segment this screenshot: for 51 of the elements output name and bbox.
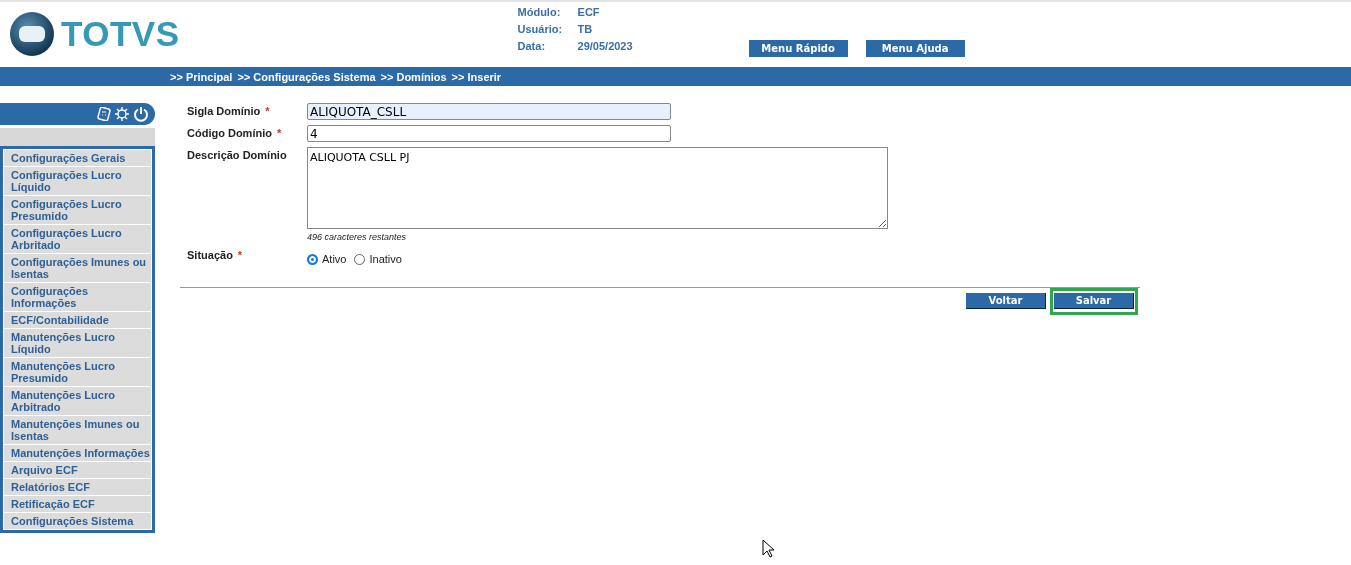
radio-button[interactable] [354,253,366,265]
action-button[interactable]: Voltar [966,293,1046,309]
sidebar-item[interactable]: Manutenções Informações [4,445,151,461]
logo-text: TOTVS [61,14,180,54]
sidebar-item[interactable]: Configurações Lucro Líquido [4,167,151,195]
info-value: ECF [577,6,601,18]
radio-label[interactable]: Ativo [322,253,347,265]
cursor-icon [762,539,774,558]
sidebar-item[interactable]: Manutenções Lucro Arbitrado [4,387,151,415]
sidebar-item[interactable]: Relatórios ECF [4,479,151,495]
field-label: Sigla Domínio [187,105,261,117]
breadcrumb-link[interactable]: >> Configurações Sistema [237,70,376,83]
sidebar-item[interactable]: ECF/Contabilidade [4,312,151,328]
sidebar-item[interactable]: Manutenções Lucro Presumido [4,358,151,386]
sidebar-item[interactable]: Configurações Lucro Arbritado [4,225,151,253]
power-icon[interactable] [133,106,149,122]
sidebar-item[interactable]: Configurações Imunes ou Isentas [4,254,151,282]
action-button[interactable]: Salvar [1054,293,1134,309]
logo-icon [9,11,55,57]
sidebar-item[interactable]: Configurações Sistema [4,513,151,529]
sidebar-item[interactable]: Manutenções Imunes ou Isentas [4,416,151,444]
sidebar-item[interactable]: Manutenções Lucro Líquido [4,329,151,357]
info-value: 29/05/2023 [577,40,633,52]
sidebar-item[interactable]: Configurações Lucro Presumido [4,196,151,224]
field-label: Descrição Domínio [187,149,287,161]
info-label: Data: [517,40,547,52]
breadcrumb-link[interactable]: >> Domínios [380,70,447,83]
field-label: Situação [187,249,233,261]
settings-icon[interactable] [114,106,130,122]
text-area[interactable]: ALIQUOTA CSLL PJ [307,147,888,229]
menu-button[interactable]: Menu Rápido [748,40,848,57]
info-label: Módulo: [517,6,562,18]
menu-button[interactable]: Menu Ajuda [865,40,965,57]
input-field[interactable]: 4 [307,125,671,142]
info-label: Usuário: [517,23,564,35]
info-value: TB [577,23,594,35]
character-counter: 496 caracteres restantes [307,232,408,242]
required-mark: * [265,105,270,117]
sidebar-item[interactable]: Arquivo ECF [4,462,151,478]
radio-label[interactable]: Inativo [369,253,402,265]
calculator-icon[interactable] [97,107,111,121]
sidebar-item[interactable]: Configurações Gerais [4,150,151,166]
sidebar-item[interactable]: Configurações Informações [4,283,151,311]
required-mark: * [237,249,243,261]
field-label: Código Domínio [187,127,272,139]
input-field[interactable]: ALIQUOTA_CSLL [307,103,671,120]
required-mark: * [276,127,282,139]
radio-button[interactable] [307,253,318,265]
breadcrumb-link[interactable]: >> Inserir [451,70,502,83]
breadcrumb-link[interactable]: >> Principal [170,70,233,83]
sidebar-item[interactable]: Retificação ECF [4,496,151,512]
